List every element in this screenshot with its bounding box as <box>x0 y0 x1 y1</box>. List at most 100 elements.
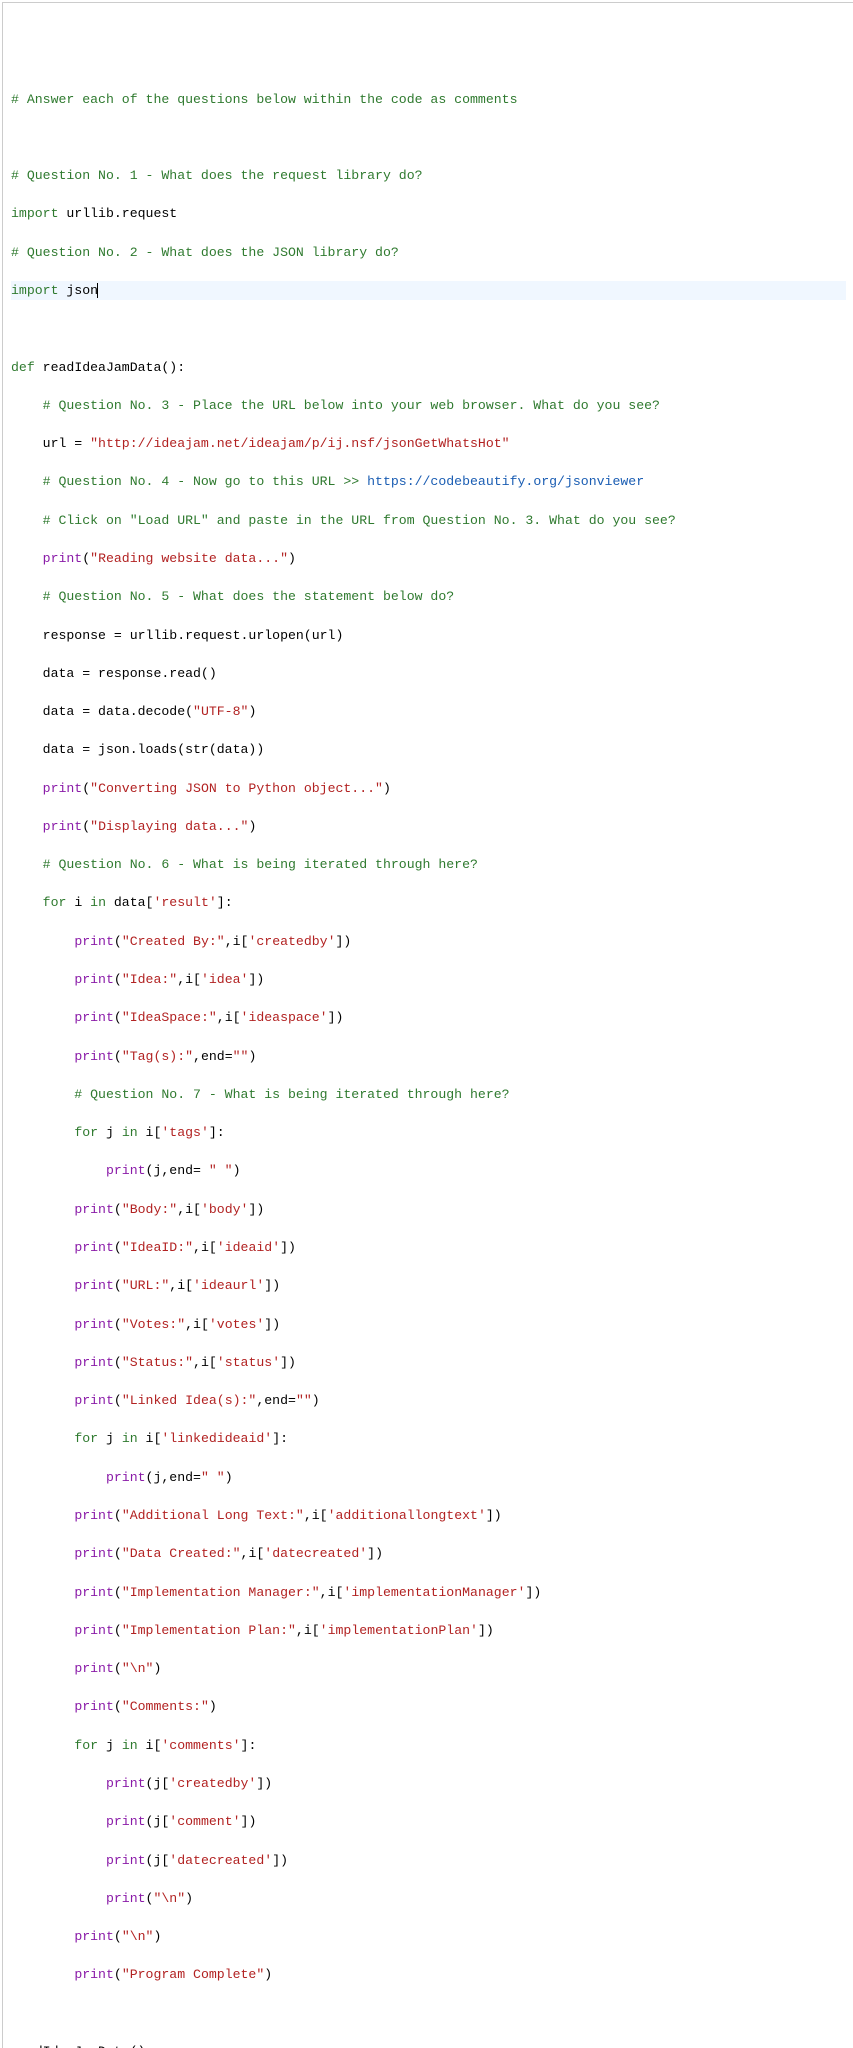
string-literal: "Tag(s):" <box>122 1049 193 1064</box>
cursor-icon <box>97 283 98 298</box>
code-line: data = data.decode("UTF-8") <box>11 702 846 721</box>
builtin-print: print <box>43 781 83 796</box>
code-line: print("Linked Idea(s):",end="") <box>11 1391 846 1410</box>
code-text: data = response.read() <box>11 666 217 681</box>
string-literal: 'implementationManager' <box>343 1585 525 1600</box>
indent <box>11 895 43 910</box>
indent <box>11 1010 74 1025</box>
paren: ( <box>114 1202 122 1217</box>
code-line: def readIdeaJamData(): <box>11 358 846 377</box>
paren: ( <box>114 1508 122 1523</box>
paren: ( <box>114 1393 122 1408</box>
comment: # Answer each of the questions below wit… <box>11 92 517 107</box>
builtin-print: print <box>106 1470 146 1485</box>
function-name: readIdeaJamData(): <box>35 360 185 375</box>
module-name: json <box>58 283 98 298</box>
code-text: data = data.decode( <box>11 704 193 719</box>
code-line: print("\n") <box>11 1927 846 1946</box>
code-editor[interactable]: { "code": { "l1": "# Answer each of the … <box>2 2 853 2048</box>
string-literal: 'body' <box>201 1202 248 1217</box>
code-line: print("Created By:",i['createdby']) <box>11 932 846 951</box>
string-literal: 'tags' <box>161 1125 208 1140</box>
comment: # Question No. 2 - What does the JSON li… <box>11 245 399 260</box>
string-literal: "\n" <box>153 1891 185 1906</box>
paren: ) <box>288 551 296 566</box>
keyword-in: in <box>90 895 106 910</box>
builtin-print: print <box>74 1699 114 1714</box>
code-line <box>11 319 846 338</box>
indent <box>11 1202 74 1217</box>
keyword-in: in <box>122 1738 138 1753</box>
string-literal: 'createdby' <box>169 1776 256 1791</box>
string-literal: "Program Complete" <box>122 1967 264 1982</box>
module-name: urllib.request <box>58 206 177 221</box>
string-literal: "Idea:" <box>122 972 177 987</box>
indent <box>11 1355 74 1370</box>
code-text: i[ <box>138 1431 162 1446</box>
code-text: i[ <box>138 1125 162 1140</box>
paren: ) <box>312 1393 320 1408</box>
keyword-in: in <box>122 1125 138 1140</box>
url-link: https://codebeautify.org/jsonviewer <box>367 474 644 489</box>
builtin-print: print <box>74 1585 114 1600</box>
builtin-print: print <box>106 1776 146 1791</box>
string-literal: 'datecreated' <box>264 1546 367 1561</box>
string-literal: 'comment' <box>169 1814 240 1829</box>
string-literal: 'linkedideaid' <box>161 1431 272 1446</box>
code-line: for j in i['linkedideaid']: <box>11 1429 846 1448</box>
string-literal: "Converting JSON to Python object..." <box>90 781 383 796</box>
code-line-active[interactable]: import json <box>11 281 846 300</box>
var: i <box>66 895 90 910</box>
builtin-print: print <box>106 1163 146 1178</box>
indent <box>11 972 74 987</box>
code-text: ]) <box>328 1010 344 1025</box>
builtin-print: print <box>74 1202 114 1217</box>
code-text: ,i[ <box>177 972 201 987</box>
code-text: ,i[ <box>217 1010 241 1025</box>
paren: ( <box>82 819 90 834</box>
code-line: # Question No. 3 - Place the URL below i… <box>11 396 846 415</box>
string-literal: "IdeaID:" <box>122 1240 193 1255</box>
code-text: ,i[ <box>304 1508 328 1523</box>
code-line: print("Tag(s):",end="") <box>11 1047 846 1066</box>
code-text: ]: <box>217 895 233 910</box>
code-line: print("\n") <box>11 1659 846 1678</box>
code-line: import urllib.request <box>11 204 846 223</box>
code-text: ,i[ <box>225 934 249 949</box>
indent <box>11 781 43 796</box>
string-literal: "" <box>233 1049 249 1064</box>
code-line: print("Votes:",i['votes']) <box>11 1315 846 1334</box>
string-literal: "URL:" <box>122 1278 169 1293</box>
paren: ( <box>114 934 122 949</box>
paren: ) <box>153 1661 161 1676</box>
string-literal: "Body:" <box>122 1202 177 1217</box>
code-line: for j in i['tags']: <box>11 1123 846 1142</box>
paren: ) <box>209 1699 217 1714</box>
keyword-def: def <box>11 360 35 375</box>
code-line: print("Reading website data...") <box>11 549 846 568</box>
code-text: (j,end= <box>146 1470 201 1485</box>
string-literal: " " <box>201 1470 225 1485</box>
string-literal: 'createdby' <box>248 934 335 949</box>
code-line: for j in i['comments']: <box>11 1736 846 1755</box>
indent <box>11 1317 74 1332</box>
code-text: ]) <box>478 1623 494 1638</box>
indent <box>11 1776 106 1791</box>
indent <box>11 1125 74 1140</box>
string-literal: "Implementation Plan:" <box>122 1623 296 1638</box>
paren: ( <box>114 972 122 987</box>
code-text: url = <box>11 436 90 451</box>
code-line: # Question No. 4 - Now go to this URL >>… <box>11 472 846 491</box>
indent <box>11 551 43 566</box>
string-literal: "Displaying data..." <box>90 819 248 834</box>
indent <box>11 1393 74 1408</box>
builtin-print: print <box>74 1661 114 1676</box>
builtin-print: print <box>43 551 83 566</box>
string-literal: 'ideaid' <box>217 1240 280 1255</box>
string-literal: "UTF-8" <box>193 704 248 719</box>
indent <box>11 1738 74 1753</box>
indent <box>11 1240 74 1255</box>
paren: ) <box>264 1967 272 1982</box>
paren: ( <box>114 1929 122 1944</box>
paren: ( <box>114 1010 122 1025</box>
